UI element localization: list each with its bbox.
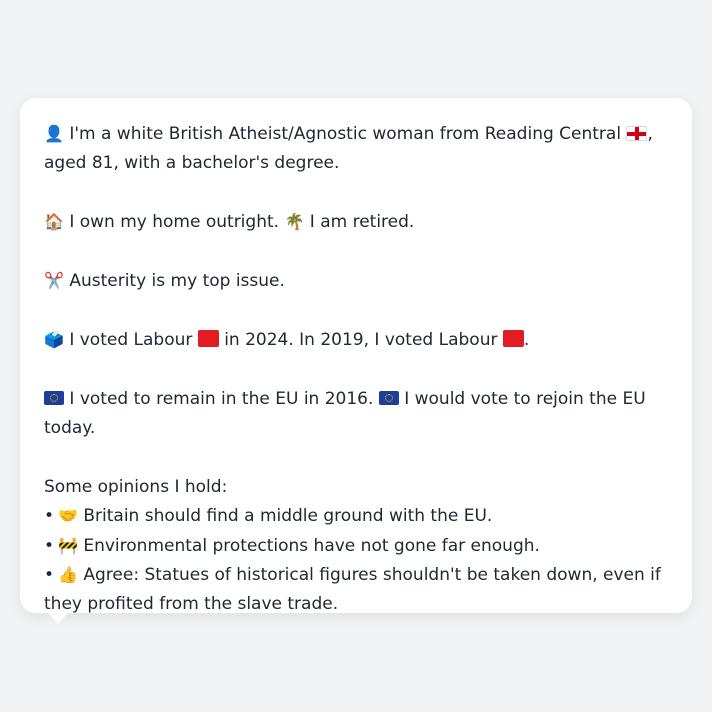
speech-bubble-tail	[47, 612, 69, 624]
palm-tree-icon: 🌴	[284, 212, 305, 232]
opinion-text: Environmental protections have not gone …	[83, 535, 540, 556]
issue-text: Austerity is my top issue.	[69, 271, 285, 291]
handshake-icon: 🤝	[58, 506, 78, 526]
profile-card: 👤 I'm a white British Atheist/Agnostic w…	[20, 98, 692, 614]
ballot-box-icon: 🗳️	[44, 329, 64, 349]
housing-text: I own my home outright.	[69, 212, 280, 233]
person-icon: 👤	[44, 124, 64, 143]
eu-text-a: I voted to remain in the EU in 2016.	[69, 388, 374, 409]
employment-text: I am retired.	[309, 212, 415, 233]
eu-flag-icon	[44, 390, 64, 405]
eu-line: I voted to remain in the EU in 2016. I w…	[44, 385, 668, 444]
vote-text-c: .	[523, 329, 530, 350]
bullet: •	[44, 506, 55, 527]
identity-suffix: ,	[647, 124, 653, 144]
vote-text-a: I voted Labour	[69, 329, 193, 350]
identity-line: 👤 I'm a white British Atheist/Agnostic w…	[44, 120, 668, 179]
construction-icon: 🚧	[58, 535, 78, 555]
bullet: •	[44, 565, 55, 586]
scissors-icon: ✂️	[44, 271, 64, 290]
eu-flag-icon	[378, 390, 399, 405]
opinions-heading: Some opinions I hold:	[44, 476, 228, 497]
opinions-block: Some opinions I hold: • 🤝 Britain should …	[44, 473, 668, 620]
issue-line: ✂️ Austerity is my top issue.	[44, 267, 668, 296]
england-flag-icon	[626, 126, 648, 141]
housing-line: 🏠 I own my home outright. 🌴 I am retired…	[44, 208, 668, 237]
bullet: •	[44, 535, 55, 556]
identity-text: I'm a white British Atheist/Agnostic wom…	[69, 124, 622, 144]
vote-line: 🗳️ I voted Labour in 2024. In 2019, I vo…	[44, 326, 668, 355]
house-icon: 🏠	[44, 212, 64, 232]
opinion-text: Agree: Statues of historical figures sho…	[44, 565, 661, 615]
labour-red-square-icon	[197, 329, 219, 347]
thumbs-up-icon: 👍	[58, 565, 78, 585]
age-education-text: aged 81, with a bachelor's degree.	[44, 153, 340, 174]
labour-red-square-icon	[502, 329, 524, 347]
opinion-text: Britain should find a middle ground with…	[83, 506, 493, 527]
vote-text-b: in 2024. In 2019, I voted Labour	[224, 329, 498, 350]
